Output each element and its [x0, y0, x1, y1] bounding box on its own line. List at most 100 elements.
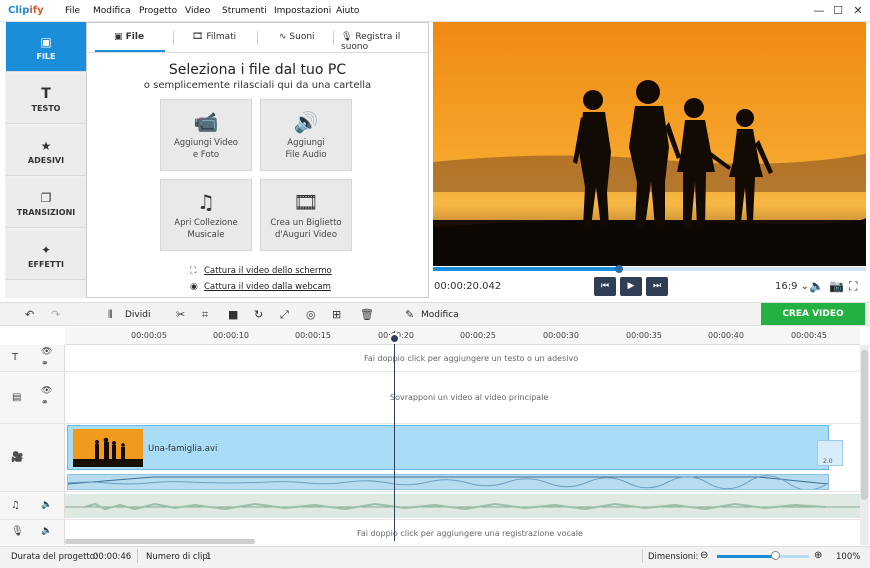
ruler-tick: 00:00:15 [295, 331, 331, 340]
seek-progress [433, 267, 620, 271]
ruler-tick: 00:00:40 [708, 331, 744, 340]
eye-icon[interactable]: 👁 [41, 347, 52, 357]
delete-icon[interactable]: 🗑 [360, 308, 374, 321]
snapshot-icon[interactable]: 📷 [829, 279, 844, 293]
next-button[interactable]: ⏭ [646, 277, 668, 296]
timecode: 00:00:20.042 [434, 281, 502, 292]
crop-icon[interactable]: ⌗ [202, 308, 208, 322]
subtab-filmati[interactable]: 🎞 Filmati [192, 32, 236, 42]
maximize-button[interactable]: ☐ [829, 2, 847, 20]
ruler-tick: 00:00:10 [213, 331, 249, 340]
menu-video[interactable]: Video [185, 6, 210, 16]
zoom-in-icon[interactable]: ⊕ [814, 550, 822, 561]
transitions-icon: ❐ [40, 191, 52, 205]
music-track-waveform[interactable] [65, 494, 860, 518]
left-tab-transizioni[interactable]: ❐ TRANSIZIONI [6, 178, 86, 228]
volume-icon[interactable]: 🔈 [809, 279, 824, 293]
horizontal-scroll-thumb[interactable] [65, 539, 255, 544]
speaker-icon[interactable]: 🔈 [41, 500, 52, 510]
previous-button[interactable]: ⏮ [594, 277, 616, 296]
title-bar: Clipify File Modifica Progetto Video Str… [0, 0, 870, 22]
clip-audio-waveform[interactable] [67, 474, 829, 491]
left-tab-label: TRANSIZIONI [16, 208, 76, 217]
ruler-tick: 00:00:45 [791, 331, 827, 340]
edit-icon[interactable]: ✎ [405, 308, 414, 321]
left-tab-effetti[interactable]: ✦ EFFETTI [6, 230, 86, 280]
playhead[interactable] [394, 331, 395, 541]
subtab-label: Suoni [289, 32, 315, 42]
fullscreen-icon[interactable]: ⛶ [849, 279, 857, 294]
subtab-suoni[interactable]: ∿ Suoni [279, 32, 315, 42]
close-button[interactable]: ✕ [849, 2, 867, 20]
divider [173, 31, 174, 45]
menu-progetto[interactable]: Progetto [139, 6, 177, 16]
logo-main: Clip [8, 5, 30, 16]
link-icon[interactable]: ⚭ [41, 359, 49, 369]
clip-count-label: Numero di clip: [146, 552, 211, 562]
resize-icon[interactable]: ⤢ [280, 308, 289, 322]
split-icon[interactable]: ⫴ [108, 308, 113, 322]
zoom-slider-handle[interactable] [770, 551, 780, 560]
greeting-card-tile[interactable]: 🎞 Crea un Biglietto d'Auguri Video [260, 179, 352, 251]
left-tab-testo[interactable]: T TESTO [6, 74, 86, 124]
menu-file[interactable]: File [65, 6, 80, 16]
microphone-icon: 🎙 [341, 32, 353, 42]
sunset-family-image [433, 22, 866, 266]
capture-screen-link[interactable]: Cattura il video dello schermo [204, 266, 332, 276]
left-tab-file[interactable]: ▣ FILE [6, 22, 86, 72]
minimize-button[interactable]: — [810, 2, 828, 20]
left-tab-label: TESTO [31, 104, 61, 113]
add-video-photo-tile[interactable]: 📹 Aggiungi Video e Foto [160, 99, 252, 171]
left-tab-label: FILE [36, 52, 56, 61]
menu-impostazioni[interactable]: Impostazioni [274, 6, 331, 16]
tile-label-line2: File Audio [285, 150, 327, 160]
effects-icon[interactable]: ◎ [306, 308, 316, 321]
edit-toolbar: ↶ ↷ ⫴ Dividi ✂ ⌗ ■ ↻ ⤢ ◎ ⊞ 🗑 ✎ Modifica [0, 302, 870, 326]
left-tab-label: ADESIVI [27, 156, 65, 165]
zoom-out-icon[interactable]: ⊖ [700, 550, 708, 561]
link-icon[interactable]: ⚭ [41, 398, 49, 408]
panel-heading: Seleziona i file dal tuo PC [168, 62, 347, 78]
stop-icon[interactable]: ■ [228, 308, 238, 321]
speaker-icon[interactable]: 🔈 [41, 526, 52, 536]
subtab-file[interactable]: ▣ File [114, 32, 144, 42]
rotate-icon[interactable]: ↻ [254, 308, 263, 321]
seek-handle[interactable] [615, 265, 624, 273]
play-button[interactable]: ▶ [620, 277, 642, 296]
aspect-ratio-select[interactable]: 16:9 ⌄ [775, 281, 809, 292]
left-tab-label: EFFETTI [28, 260, 64, 269]
capture-webcam-link[interactable]: Cattura il video dalla webcam [204, 282, 331, 292]
edit-button-label[interactable]: Modifica [421, 310, 459, 320]
redo-icon[interactable]: ↷ [51, 308, 60, 321]
tile-label-line2: Musicale [187, 230, 225, 240]
left-tab-adesivi[interactable]: ★ ADESIVI [6, 126, 86, 176]
divider [642, 549, 643, 563]
split-button-label[interactable]: Dividi [125, 310, 150, 320]
music-collection-tile[interactable]: ♫ Apri Collezione Musicale [160, 179, 252, 251]
tile-label-line1: Aggiungi [287, 138, 325, 148]
camera-icon: 📹 [193, 110, 219, 134]
vertical-scroll-thumb[interactable] [861, 350, 868, 500]
zoom-slider-fill [717, 555, 775, 558]
add-audio-tile[interactable]: 🔊 Aggiungi File Audio [260, 99, 352, 171]
video-preview [433, 22, 866, 266]
left-category-tabs: ▣ FILE T TESTO ★ ADESIVI ❐ TRANSIZIONI ✦… [5, 22, 87, 298]
menu-strumenti[interactable]: Strumenti [222, 6, 267, 16]
menu-modifica[interactable]: Modifica [93, 6, 131, 16]
create-video-button[interactable]: CREA VIDEO [761, 303, 865, 325]
divider [333, 31, 334, 45]
divider [257, 31, 258, 45]
subtab-registra[interactable]: 🎙 Registra il suono [341, 32, 428, 52]
eye-icon[interactable]: 👁 [41, 386, 52, 396]
sub-tabs: ▣ File 🎞 Filmati ∿ Suoni 🎙 Registra il s… [87, 23, 428, 53]
tile-label-line2: d'Auguri Video [274, 230, 338, 240]
cut-icon[interactable]: ✂ [176, 308, 185, 321]
music-note-icon: ♫ [197, 190, 215, 214]
webcam-icon: ◉ [190, 282, 198, 292]
undo-icon[interactable]: ↶ [25, 308, 34, 321]
transition-duration: 2.0 [823, 458, 833, 465]
menu-aiuto[interactable]: Aiuto [336, 6, 359, 16]
insert-icon[interactable]: ⊞ [332, 308, 341, 321]
ruler-tick: 00:00:30 [543, 331, 579, 340]
playhead-handle[interactable] [389, 333, 400, 344]
